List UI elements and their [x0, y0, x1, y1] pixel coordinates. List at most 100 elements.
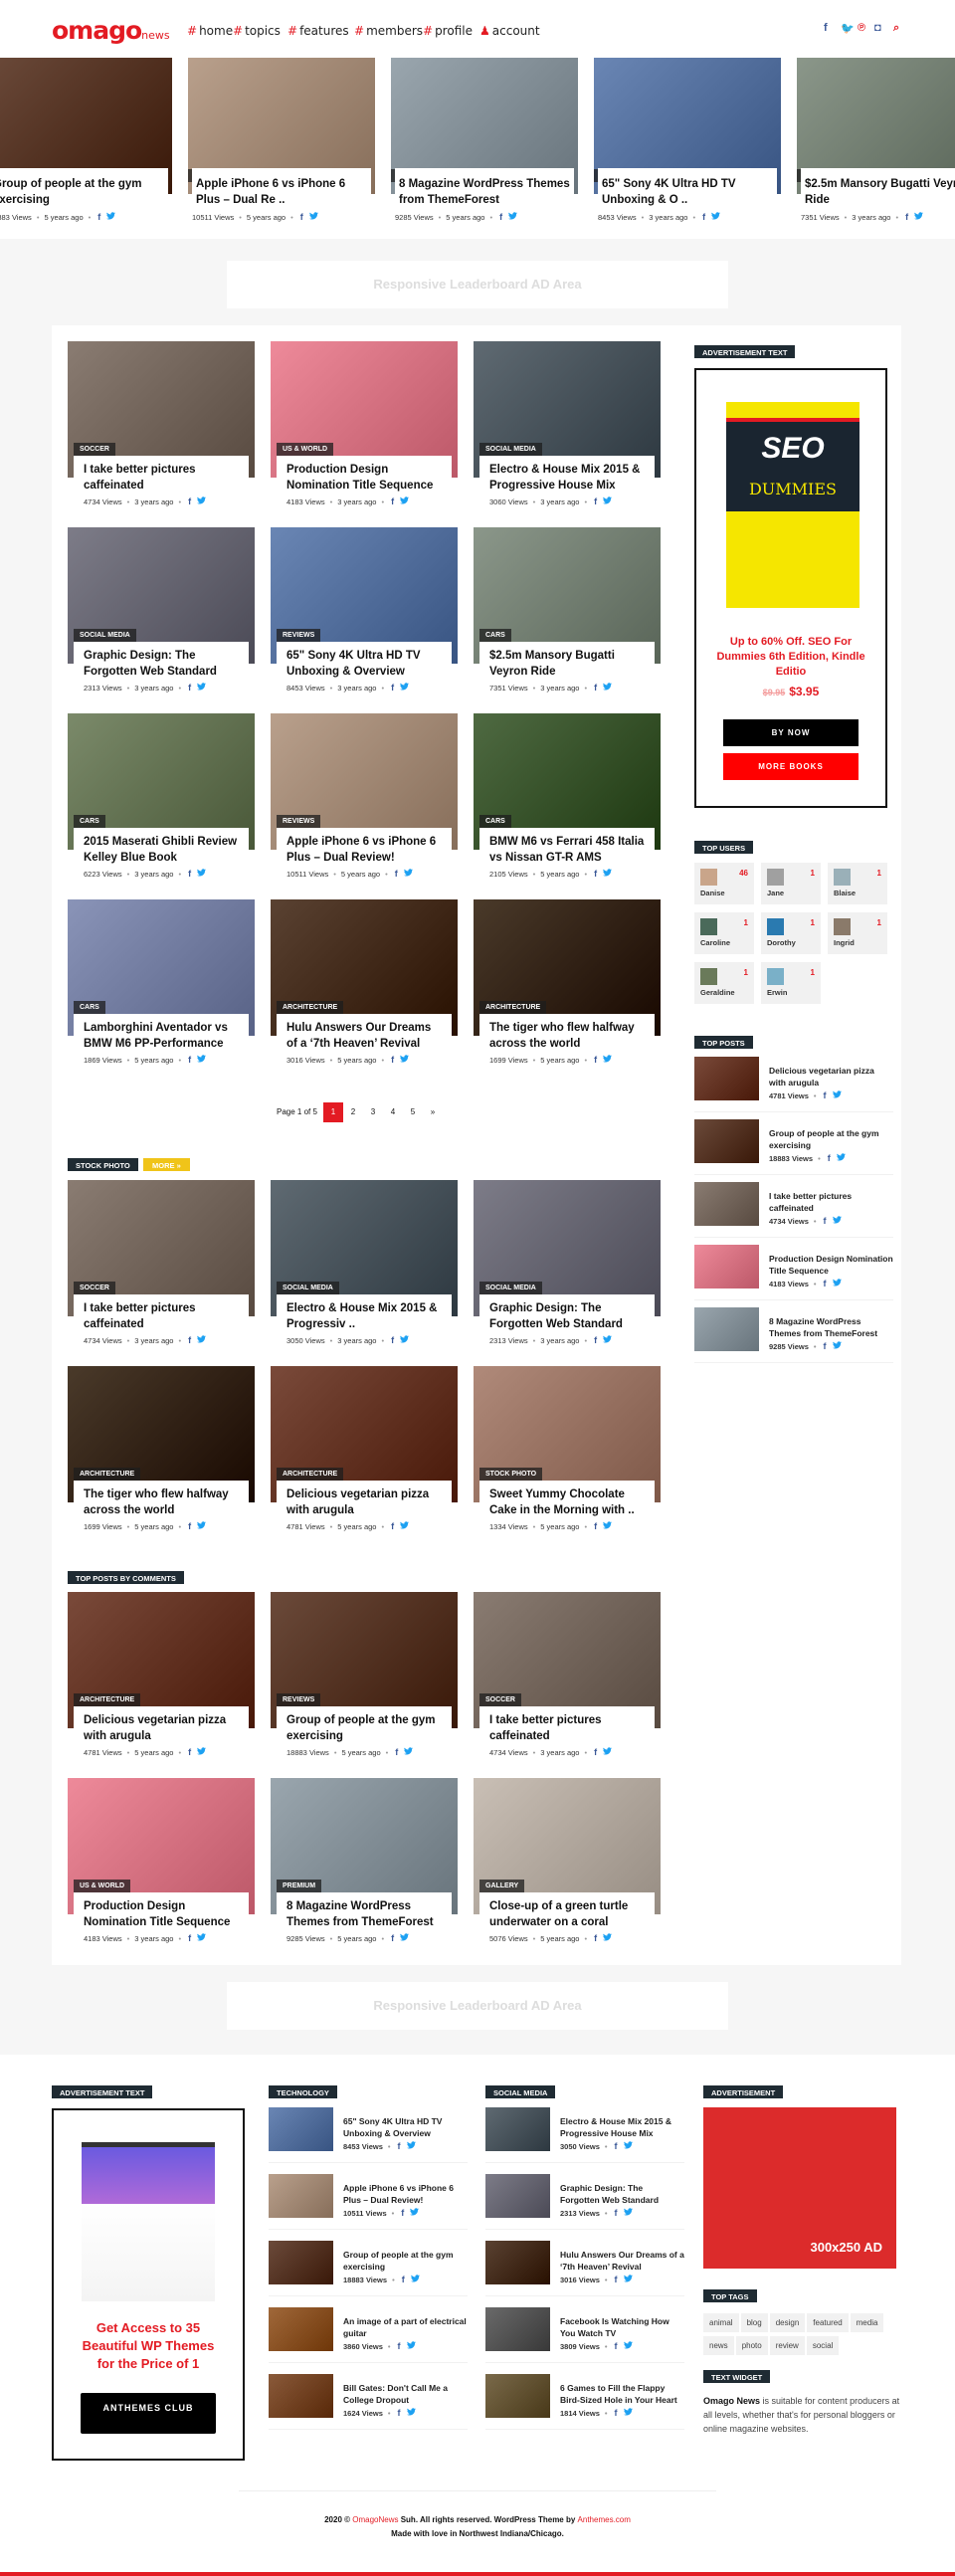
- post-title[interactable]: 6 Games to Fill the Flappy Bird-Sized Ho…: [560, 2382, 684, 2406]
- post-card[interactable]: Cars $2.5m Mansory Bugatti Veyron Ride 735…: [474, 527, 661, 695]
- post-title[interactable]: I take better pictures caffeinated: [769, 1190, 893, 1214]
- facebook-share-icon[interactable]: f: [188, 1055, 191, 1065]
- slider-item[interactable]: Cars$2.5m Mansory Bugatti Veyron Ride735…: [797, 58, 955, 237]
- post-title[interactable]: 65" Sony 4K Ultra HD TV Unboxing & Overv…: [343, 2115, 468, 2139]
- category-badge[interactable]: Social Media: [277, 1282, 339, 1294]
- facebook-share-icon[interactable]: f: [594, 496, 597, 506]
- post-title[interactable]: Sweet Yummy Chocolate Cake in the Mornin…: [489, 1486, 645, 1518]
- twitter-share-icon[interactable]: [106, 212, 116, 222]
- tag-blog[interactable]: blog: [740, 2313, 768, 2332]
- page-link[interactable]: 5: [403, 1102, 423, 1122]
- facebook-share-icon[interactable]: f: [594, 869, 597, 879]
- twitter-share-icon[interactable]: [400, 1933, 410, 1943]
- category-badge[interactable]: Soccer: [74, 443, 115, 456]
- twitter-share-icon[interactable]: [914, 212, 924, 222]
- category-badge[interactable]: Architecture: [277, 1468, 344, 1481]
- twitter-share-icon[interactable]: [197, 1055, 207, 1065]
- post-title[interactable]: Apple iPhone 6 vs iPhone 6 Plus – Dual R…: [343, 2182, 468, 2206]
- tag-featured[interactable]: featured: [807, 2313, 849, 2332]
- post-thumbnail[interactable]: [485, 2241, 550, 2284]
- twitter-share-icon[interactable]: [410, 2208, 420, 2218]
- facebook-share-icon[interactable]: f: [905, 212, 908, 222]
- post-title[interactable]: 8 Magazine WordPress Themes from ThemeFo…: [769, 1315, 893, 1339]
- brand-link[interactable]: OmagoNews: [352, 2515, 398, 2524]
- user-tile[interactable]: 1 Dorothy: [761, 912, 821, 954]
- twitter-share-icon[interactable]: [400, 1335, 410, 1345]
- facebook-share-icon[interactable]: f: [188, 496, 191, 506]
- tag-news[interactable]: news: [703, 2336, 734, 2355]
- tag-social[interactable]: social: [806, 2336, 840, 2355]
- category-badge[interactable]: Social Media: [479, 1282, 542, 1294]
- post-title[interactable]: $2.5m Mansory Bugatti Veyron Ride: [489, 648, 645, 680]
- more-books-button[interactable]: MORE BOOKS: [723, 753, 859, 780]
- list-item[interactable]: 65" Sony 4K Ultra HD TV Unboxing & Overv…: [269, 2107, 468, 2163]
- post-title[interactable]: Apple iPhone 6 vs iPhone 6 Plus – Dual R…: [286, 834, 442, 866]
- post-card[interactable]: US & World Production Design Nomination T…: [271, 341, 458, 509]
- page-link[interactable]: 1: [322, 1102, 343, 1122]
- twitter-share-icon[interactable]: [623, 2408, 633, 2418]
- post-title[interactable]: $2.5m Mansory Bugatti Veyron Ride: [805, 176, 955, 208]
- anthemes-club-button[interactable]: ANTHEMES CLUB: [81, 2393, 216, 2434]
- twitter-share-icon[interactable]: [197, 1933, 207, 1943]
- tag-media[interactable]: media: [850, 2313, 884, 2332]
- post-card[interactable]: Reviews 65" Sony 4K Ultra HD TV Unboxing …: [271, 527, 458, 695]
- facebook-share-icon[interactable]: f: [594, 1521, 597, 1531]
- nav-item-topics[interactable]: # topics: [233, 24, 281, 38]
- post-card[interactable]: Cars BMW M6 vs Ferrari 458 Italia vs Niss…: [474, 713, 661, 882]
- category-badge[interactable]: Social Media: [479, 443, 542, 456]
- post-title[interactable]: Production Design Nomination Title Seque…: [84, 1898, 239, 1930]
- post-thumbnail[interactable]: [485, 2174, 550, 2218]
- post-title[interactable]: Graphic Design: The Forgotten Web Standa…: [560, 2182, 684, 2206]
- category-badge[interactable]: Reviews: [277, 815, 321, 828]
- post-thumbnail[interactable]: [485, 2374, 550, 2418]
- facebook-icon[interactable]: f: [824, 22, 828, 34]
- post-card[interactable]: Reviews Group of people at the gym exerci…: [271, 1592, 458, 1760]
- list-item[interactable]: I take better pictures caffeinated 4734 V…: [694, 1182, 893, 1238]
- nav-item-account[interactable]: ♟ account: [479, 24, 540, 38]
- category-badge[interactable]: Stock Photo: [479, 1468, 543, 1481]
- post-thumbnail[interactable]: [269, 2374, 333, 2418]
- facebook-share-icon[interactable]: f: [398, 2341, 401, 2351]
- facebook-share-icon[interactable]: f: [395, 869, 398, 879]
- facebook-share-icon[interactable]: f: [824, 1090, 827, 1100]
- leaderboard-ad-top[interactable]: Responsive Leaderboard AD Area: [227, 261, 728, 308]
- page-link[interactable]: 2: [343, 1102, 363, 1122]
- tag-review[interactable]: review: [769, 2336, 805, 2355]
- post-title[interactable]: Delicious vegetarian pizza with arugula: [286, 1486, 442, 1518]
- facebook-share-icon[interactable]: f: [594, 1335, 597, 1345]
- twitter-share-icon[interactable]: [406, 2408, 416, 2418]
- post-thumbnail[interactable]: [485, 2307, 550, 2351]
- post-title[interactable]: Hulu Answers Our Dreams of a ‘7th Heaven…: [286, 1020, 442, 1052]
- post-title[interactable]: Graphic Design: The Forgotten Web Standa…: [489, 1300, 645, 1332]
- post-card[interactable]: Stock Photo Sweet Yummy Chocolate Cake in…: [474, 1366, 661, 1534]
- post-thumbnail[interactable]: [269, 2307, 333, 2351]
- facebook-share-icon[interactable]: f: [615, 2408, 618, 2418]
- search-icon[interactable]: ⌕: [893, 22, 899, 35]
- facebook-share-icon[interactable]: f: [300, 212, 303, 222]
- post-card[interactable]: Soccer I take better pictures caffeinated…: [68, 341, 255, 509]
- post-title[interactable]: The tiger who flew halfway across the wo…: [84, 1486, 239, 1518]
- facebook-share-icon[interactable]: f: [702, 212, 705, 222]
- facebook-share-icon[interactable]: f: [391, 496, 394, 506]
- facebook-share-icon[interactable]: f: [391, 1521, 394, 1531]
- twitter-share-icon[interactable]: [603, 496, 613, 506]
- facebook-share-icon[interactable]: f: [188, 1521, 191, 1531]
- post-card[interactable]: Architecture Delicious vegetarian pizza w…: [68, 1592, 255, 1760]
- post-title[interactable]: Electro & House Mix 2015 & Progressive H…: [560, 2115, 684, 2139]
- twitter-share-icon[interactable]: [603, 1521, 613, 1531]
- facebook-share-icon[interactable]: f: [615, 2275, 618, 2284]
- category-badge[interactable]: Cars: [74, 815, 105, 828]
- facebook-share-icon[interactable]: f: [391, 1335, 394, 1345]
- list-item[interactable]: Group of people at the gym exercising 188…: [269, 2241, 468, 2296]
- twitter-share-icon[interactable]: [404, 1747, 414, 1757]
- post-thumbnail[interactable]: [694, 1307, 759, 1351]
- page-link[interactable]: 4: [383, 1102, 403, 1122]
- post-card[interactable]: Architecture Delicious vegetarian pizza w…: [271, 1366, 458, 1534]
- user-tile[interactable]: 1 Geraldine: [694, 962, 754, 1004]
- post-title[interactable]: Group of people at the gym exercising: [769, 1127, 893, 1151]
- twitter-share-icon[interactable]: [410, 2275, 420, 2284]
- twitter-share-icon[interactable]: [832, 1341, 842, 1351]
- twitter-share-icon[interactable]: [406, 2141, 416, 2151]
- list-item[interactable]: An image of a part of electrical guitar 3…: [269, 2307, 468, 2363]
- slider-item[interactable]: ReviewsGroup of people at the gym exerci…: [0, 58, 172, 237]
